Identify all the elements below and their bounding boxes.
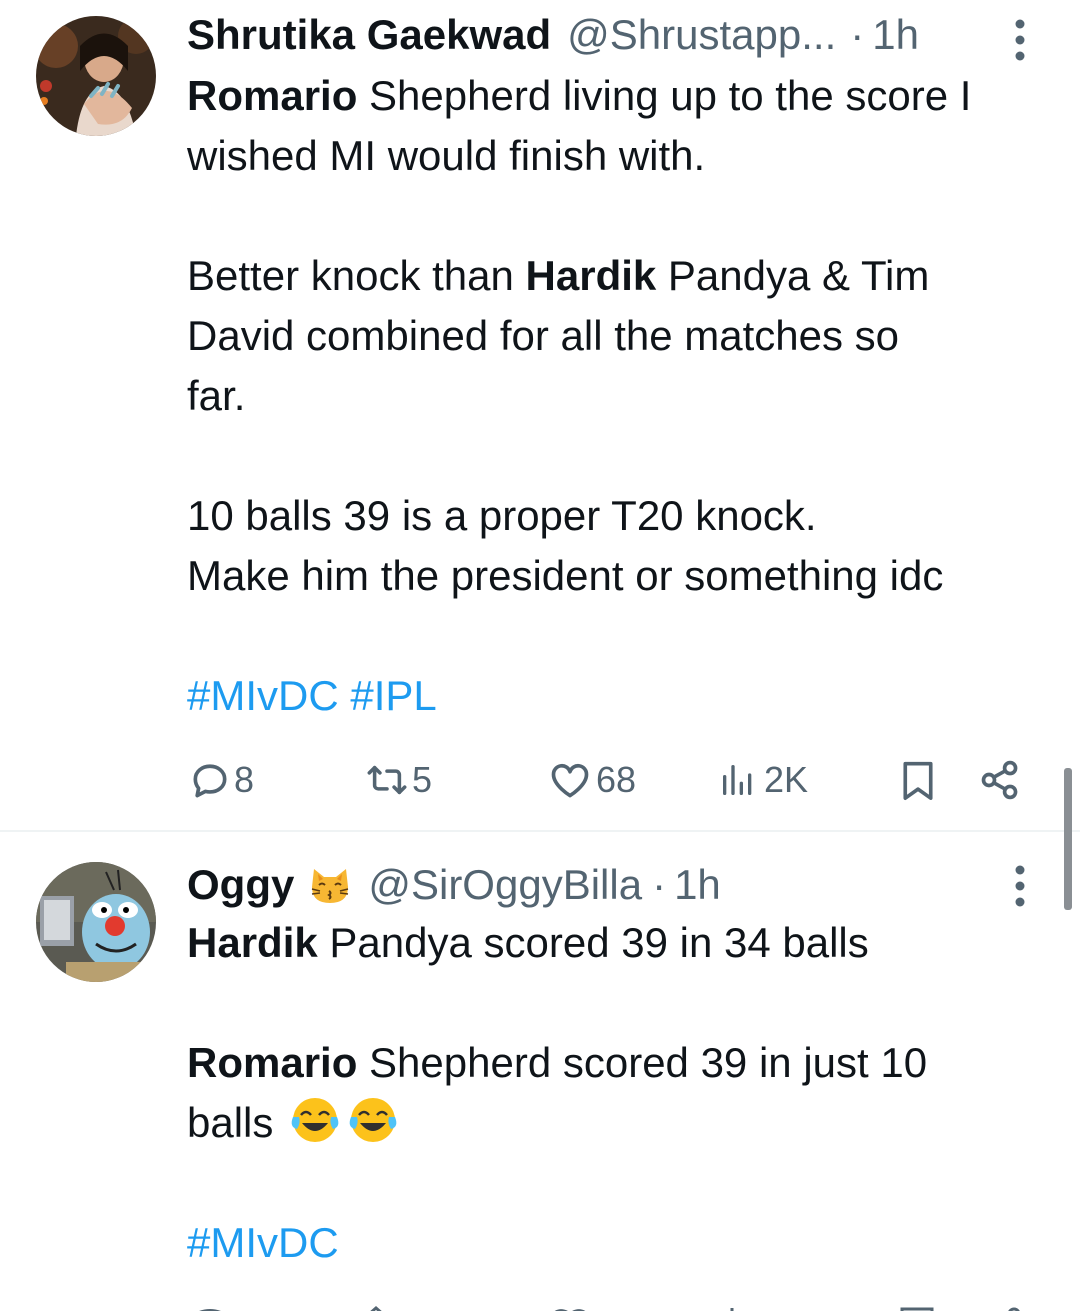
text-line: far.	[187, 366, 1057, 426]
text-line: Better knock than Hardik Pandya & Tim	[187, 246, 1057, 306]
text-line	[187, 606, 1057, 666]
text-segment: Better knock than	[187, 252, 526, 299]
text-line: Romario Shepherd living up to the score …	[187, 66, 1057, 126]
retweet-button[interactable]: 5	[364, 750, 432, 810]
text-segment: Pandya & Tim	[656, 252, 930, 299]
tweet-text: Hardik Pandya scored 39 in 34 balls Roma…	[187, 913, 1057, 1273]
like-count: 68	[596, 759, 637, 800]
timestamp[interactable]: 1h	[872, 11, 919, 59]
reply-icon	[188, 758, 232, 802]
like-button[interactable]: 68	[548, 750, 636, 810]
text-segment: Pandya scored 39 in 34 balls	[317, 919, 869, 966]
text-line: Romario Shepherd scored 39 in just 10	[187, 1033, 1057, 1093]
text-line	[187, 186, 1057, 246]
bookmark-icon	[898, 758, 938, 802]
hashtags[interactable]: #MIvDC #IPL	[187, 666, 1057, 726]
text-segment: wished MI would finish with.	[187, 132, 706, 179]
author-handle[interactable]: @SirOggyBilla	[368, 861, 642, 909]
more-options-icon[interactable]	[1012, 864, 1028, 908]
avatar[interactable]	[36, 16, 156, 136]
text-line: Make him the president or something idc	[187, 546, 1057, 606]
text-line	[187, 426, 1057, 486]
mention-bold: Romario	[187, 72, 358, 119]
mention-bold: Romario	[187, 1039, 358, 1086]
text-line	[187, 973, 1057, 1033]
separator: ·	[850, 11, 865, 58]
text-line: Hardik Pandya scored 39 in 34 balls	[187, 913, 1057, 973]
tweet-2[interactable]: Oggy @SirOggyBilla · 1h Hardik Pandya sc…	[0, 832, 1080, 1311]
text-segment: David combined for all the matches so	[187, 312, 900, 359]
bookmark-button[interactable]	[898, 750, 938, 810]
share-button[interactable]	[978, 750, 1022, 810]
share-icon	[978, 758, 1022, 802]
retweet-icon	[364, 758, 410, 802]
text-line: David combined for all the matches so	[187, 306, 1057, 366]
kissing-cat-emoji	[308, 863, 352, 907]
hashtags[interactable]: #MIvDC	[187, 1213, 1057, 1273]
timestamp[interactable]: 1h	[674, 861, 721, 909]
tweet-actions-partial	[0, 1302, 1080, 1311]
views-button[interactable]: 2K	[718, 750, 808, 810]
author-name[interactable]: Shrutika Gaekwad	[187, 11, 551, 59]
text-segment: 10 balls 39 is a proper T20 knock.	[187, 492, 817, 539]
heart-icon	[548, 758, 592, 802]
retweet-count: 5	[412, 759, 433, 800]
mention-bold: Hardik	[187, 919, 318, 966]
text-line: 10 balls 39 is a proper T20 knock.	[187, 486, 1057, 546]
tweet-1[interactable]: Shrutika Gaekwad @Shrustapp... · 1h Roma…	[0, 0, 1080, 832]
more-options-icon[interactable]	[1012, 18, 1028, 62]
author-name[interactable]: Oggy	[187, 861, 294, 909]
author-handle[interactable]: @Shrustapp...	[567, 11, 836, 59]
text-line: balls	[187, 1093, 1057, 1153]
reply-button[interactable]: 8	[188, 750, 254, 810]
tweet-actions: 8 5 68 2K	[0, 750, 1080, 810]
text-line: wished MI would finish with.	[187, 126, 1057, 186]
mention-bold: Hardik	[525, 252, 657, 299]
text-segment: far.	[187, 372, 246, 419]
text-line	[187, 1153, 1057, 1213]
text-segment: balls	[187, 1099, 274, 1146]
avatar[interactable]	[36, 862, 156, 982]
separator: ·	[652, 861, 667, 908]
reply-count: 8	[234, 759, 255, 800]
joy-emoji-icon	[289, 1095, 401, 1161]
text-segment: Make him the president or something idc	[187, 552, 944, 599]
text-segment: Shepherd scored 39 in just 10	[357, 1039, 928, 1086]
text-segment: Shepherd living up to the score I	[357, 72, 972, 119]
views-icon	[718, 760, 758, 800]
tweet-header: Shrutika Gaekwad @Shrustapp... · 1h	[187, 10, 919, 60]
views-count: 2K	[764, 759, 809, 800]
tweet-text: Romario Shepherd living up to the score …	[187, 66, 1057, 726]
tweet-header: Oggy @SirOggyBilla · 1h	[187, 860, 721, 910]
